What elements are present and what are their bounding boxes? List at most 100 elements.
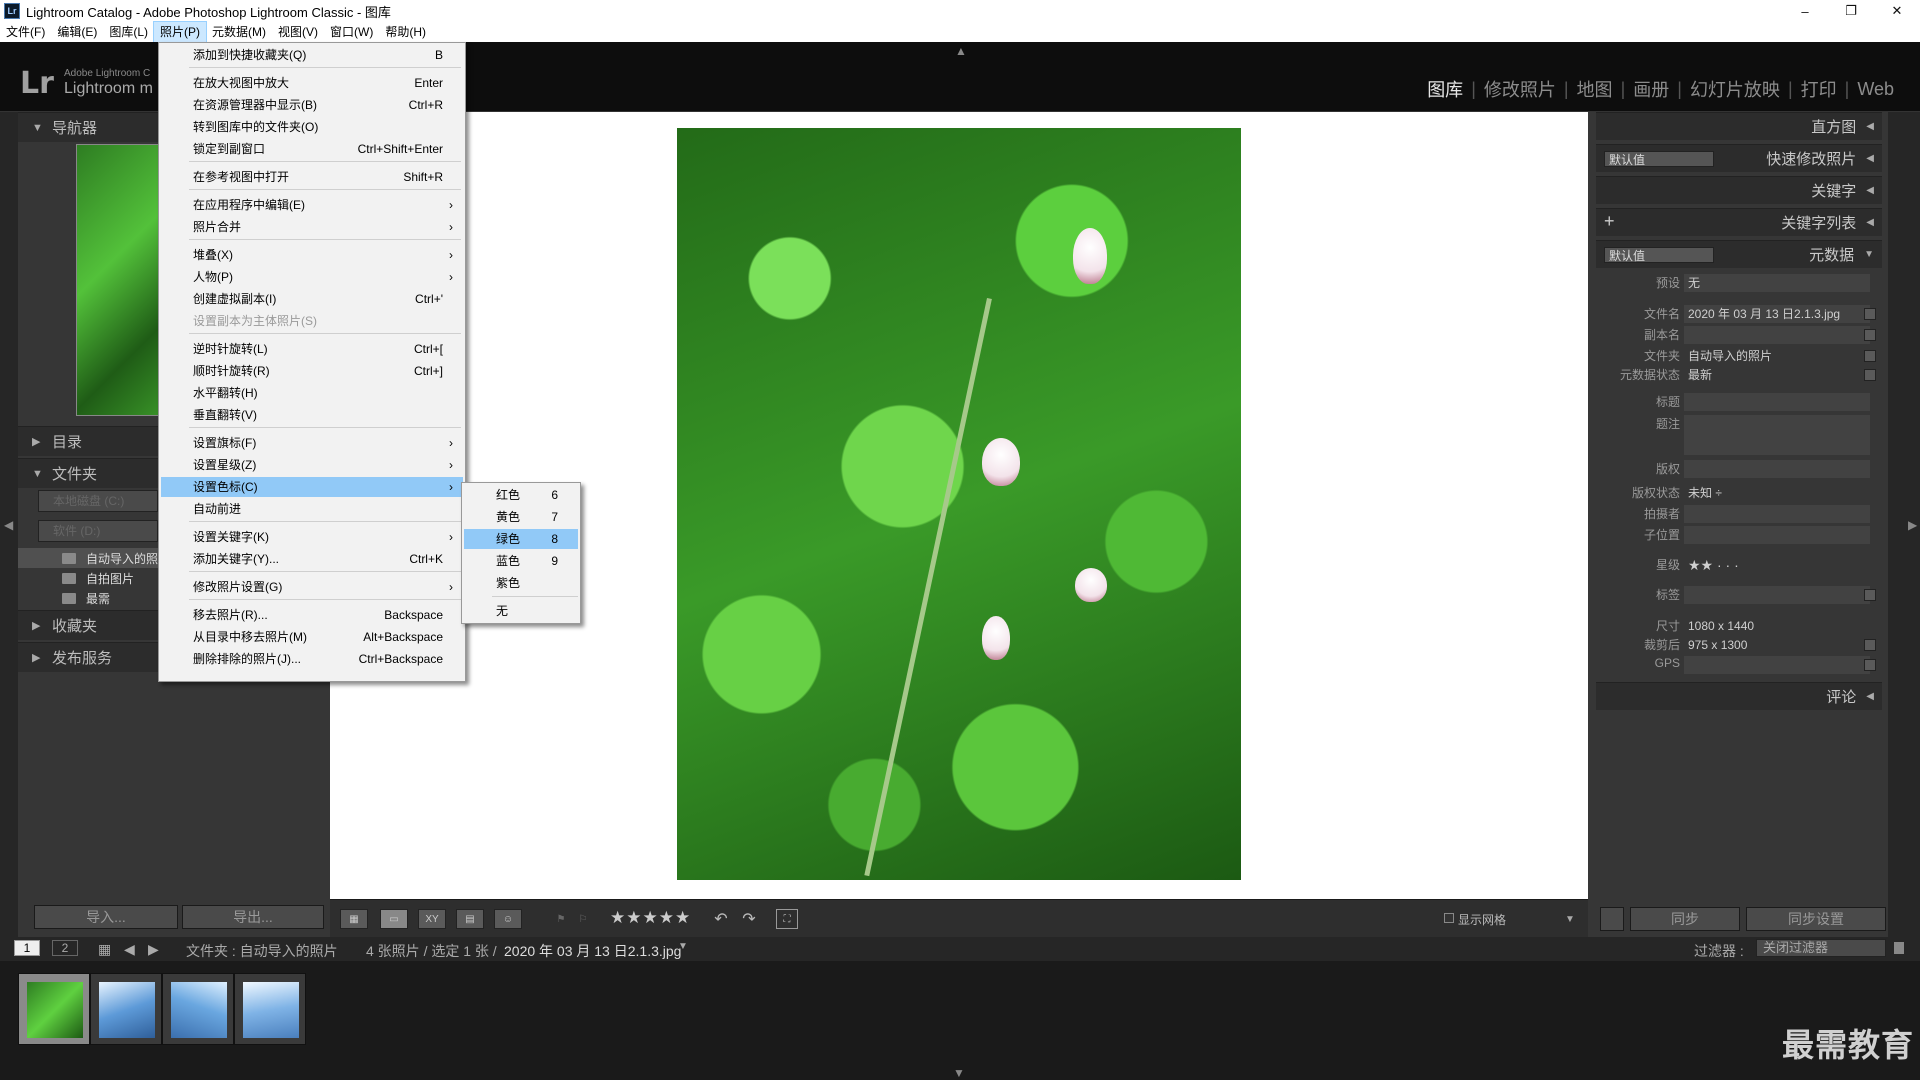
menu-item-set-flag[interactable]: 设置旗标(F) › (161, 433, 463, 453)
export-button[interactable]: 导出... (182, 905, 324, 929)
film-thumbnail[interactable] (234, 973, 306, 1045)
menu-item-remove-from-catalog[interactable]: 从目录中移去照片(M) Alt+Backspace (161, 627, 463, 647)
color-label-yellow[interactable]: 黄色 7 (464, 507, 578, 527)
sync-settings-button[interactable]: 同步设置 (1746, 907, 1886, 931)
label-menu-icon[interactable] (1864, 589, 1876, 601)
menu-item-photo-merge[interactable]: 照片合并 › (161, 217, 463, 237)
module-map[interactable]: 地图 (1569, 76, 1621, 102)
collapse-top-arrow-icon[interactable]: ▲ (955, 44, 967, 58)
go-to-folder-icon[interactable] (1864, 350, 1876, 362)
menu-help[interactable]: 帮助(H) (379, 22, 432, 42)
rename-icon[interactable] (1864, 308, 1876, 320)
show-grid-checkbox[interactable] (1444, 913, 1454, 923)
metadata-preset-select[interactable]: 默认值 (1604, 247, 1714, 263)
menu-item-lock-second-window[interactable]: 锁定到副窗口 Ctrl+Shift+Enter (161, 139, 463, 159)
selected-filename[interactable]: 2020 年 03 月 13 日2.1.3.jpg (504, 941, 681, 961)
module-book[interactable]: 画册 (1625, 76, 1677, 102)
menu-item-edit-in[interactable]: 在应用程序中编辑(E) › (161, 195, 463, 215)
module-print[interactable]: 打印 (1793, 76, 1845, 102)
menu-item-set-keyword[interactable]: 设置关键字(K) › (161, 527, 463, 547)
flag-icon[interactable]: ⚑ (552, 909, 570, 929)
grid-view-icon[interactable]: ▦ (340, 909, 368, 929)
disk-d[interactable]: 软件 (D:) (38, 520, 158, 542)
quick-develop-preset-select[interactable]: 默认值 (1604, 151, 1714, 167)
metadata-header[interactable]: 默认值 元数据 ▼ (1596, 240, 1882, 268)
rotate-right-icon[interactable]: ↷ (738, 909, 760, 929)
source-path[interactable]: 文件夹 : 自动导入的照片 (186, 941, 338, 961)
survey-view-icon[interactable]: ▤ (456, 909, 484, 929)
filename-dropdown-icon[interactable]: ▼ (678, 941, 688, 952)
menu-metadata[interactable]: 元数据(M) (206, 22, 272, 42)
menu-item-set-master[interactable]: 设置副本为主体照片(S) (161, 311, 463, 331)
menu-item-rotate-left[interactable]: 逆时针旋转(L) Ctrl+[ (161, 339, 463, 359)
comments-header[interactable]: 评论 ◀ (1596, 682, 1882, 710)
film-thumbnail[interactable] (90, 973, 162, 1045)
crop-overlay-icon[interactable]: ⛶ (776, 909, 798, 929)
menu-item-flip-vertical[interactable]: 垂直翻转(V) (161, 405, 463, 425)
window-1-button[interactable]: 1 (14, 940, 40, 956)
module-develop[interactable]: 修改照片 (1476, 76, 1564, 102)
menu-edit[interactable]: 编辑(E) (51, 22, 103, 42)
menu-item-people[interactable]: 人物(P) › (161, 267, 463, 287)
menu-item-set-rating[interactable]: 设置星级(Z) › (161, 455, 463, 475)
menu-item-set-color-label[interactable]: 设置色标(C) › (161, 477, 463, 497)
menu-item-go-to-folder[interactable]: 转到图库中的文件夹(O) (161, 117, 463, 137)
color-label-blue[interactable]: 蓝色 9 (464, 551, 578, 571)
menu-item-remove-photo[interactable]: 移去照片(R)... Backspace (161, 605, 463, 625)
menu-view[interactable]: 视图(V) (272, 22, 324, 42)
reject-flag-icon[interactable]: ⚐ (574, 909, 592, 929)
color-label-purple[interactable]: 紫色 (464, 573, 578, 593)
gps-arrow-icon[interactable] (1864, 659, 1876, 671)
menu-item-show-explorer[interactable]: 在资源管理器中显示(B) Ctrl+R (161, 95, 463, 115)
collapse-bottom-arrow-icon[interactable]: ▼ (953, 1066, 965, 1080)
color-label-red[interactable]: 红色 6 (464, 485, 578, 505)
people-view-icon[interactable]: ☺ (494, 909, 522, 929)
quick-develop-header[interactable]: 默认值 快速修改照片 ◀ (1596, 144, 1882, 172)
menu-library[interactable]: 图库(L) (103, 22, 154, 42)
sync-toggle-switch[interactable] (1600, 907, 1624, 931)
crop-arrow-icon[interactable] (1864, 639, 1876, 651)
minimize-button[interactable]: – (1782, 0, 1828, 22)
keyword-list-header[interactable]: + 关键字列表 ◀ (1596, 208, 1882, 236)
window-2-button[interactable]: 2 (52, 940, 78, 956)
histogram-header[interactable]: 直方图 ◀ (1596, 112, 1882, 140)
menu-item-open-loupe[interactable]: 在放大视图中放大 Enter (161, 73, 463, 93)
rotate-left-icon[interactable]: ↶ (710, 909, 732, 929)
arrow-icon[interactable] (1864, 329, 1876, 341)
film-thumbnail[interactable] (18, 973, 90, 1045)
color-label-green[interactable]: 绿色 8 (464, 529, 578, 549)
status-icon[interactable] (1864, 369, 1876, 381)
close-button[interactable]: ✕ (1874, 0, 1920, 22)
menu-photo[interactable]: 照片(P) (153, 21, 207, 43)
menu-item-add-keyword[interactable]: 添加关键字(Y)... Ctrl+K (161, 549, 463, 569)
film-thumbnail[interactable] (162, 973, 234, 1045)
color-label-none[interactable]: 无 (464, 601, 578, 621)
back-arrow-icon[interactable]: ◀ (124, 941, 135, 958)
menu-item-develop-settings[interactable]: 修改照片设置(G) › (161, 577, 463, 597)
module-slideshow[interactable]: 幻灯片放映 (1682, 76, 1788, 102)
module-library[interactable]: 图库 (1419, 76, 1471, 102)
main-photo[interactable] (677, 128, 1241, 880)
filter-lock-icon[interactable] (1894, 942, 1904, 954)
module-web[interactable]: Web (1849, 79, 1902, 100)
menu-item-virtual-copy[interactable]: 创建虚拟副本(I) Ctrl+' (161, 289, 463, 309)
menu-item-stacking[interactable]: 堆叠(X) › (161, 245, 463, 265)
menu-file[interactable]: 文件(F) (0, 22, 51, 42)
menu-item-reference-view[interactable]: 在参考视图中打开 Shift+R (161, 167, 463, 187)
loupe-view-icon[interactable]: ▭ (380, 909, 408, 929)
disk-c[interactable]: 本地磁盘 (C:) (38, 490, 158, 512)
import-button[interactable]: 导入... (34, 905, 178, 929)
compare-view-icon[interactable]: XY (418, 909, 446, 929)
maximize-button[interactable]: ❐ (1828, 0, 1874, 22)
keywording-header[interactable]: 关键字 ◀ (1596, 176, 1882, 204)
filter-select[interactable]: 关闭过滤器 (1756, 939, 1886, 957)
sync-button[interactable]: 同步 (1630, 907, 1740, 931)
left-collapse-arrow-icon[interactable]: ◀ (4, 518, 13, 532)
menu-item-rotate-right[interactable]: 顺时针旋转(R) Ctrl+] (161, 361, 463, 381)
toolbar-menu-chevron-icon[interactable]: ▼ (1560, 909, 1580, 929)
menu-item-delete-rejected[interactable]: 删除排除的照片(J)... Ctrl+Backspace (161, 649, 463, 669)
right-collapse-arrow-icon[interactable]: ▶ (1908, 518, 1917, 532)
grid-icon[interactable]: ▦ (98, 941, 111, 958)
menu-item-add-quick-collection[interactable]: 添加到快捷收藏夹(Q) B (161, 45, 463, 65)
rating-stars[interactable]: ★★★★★ (610, 908, 691, 928)
